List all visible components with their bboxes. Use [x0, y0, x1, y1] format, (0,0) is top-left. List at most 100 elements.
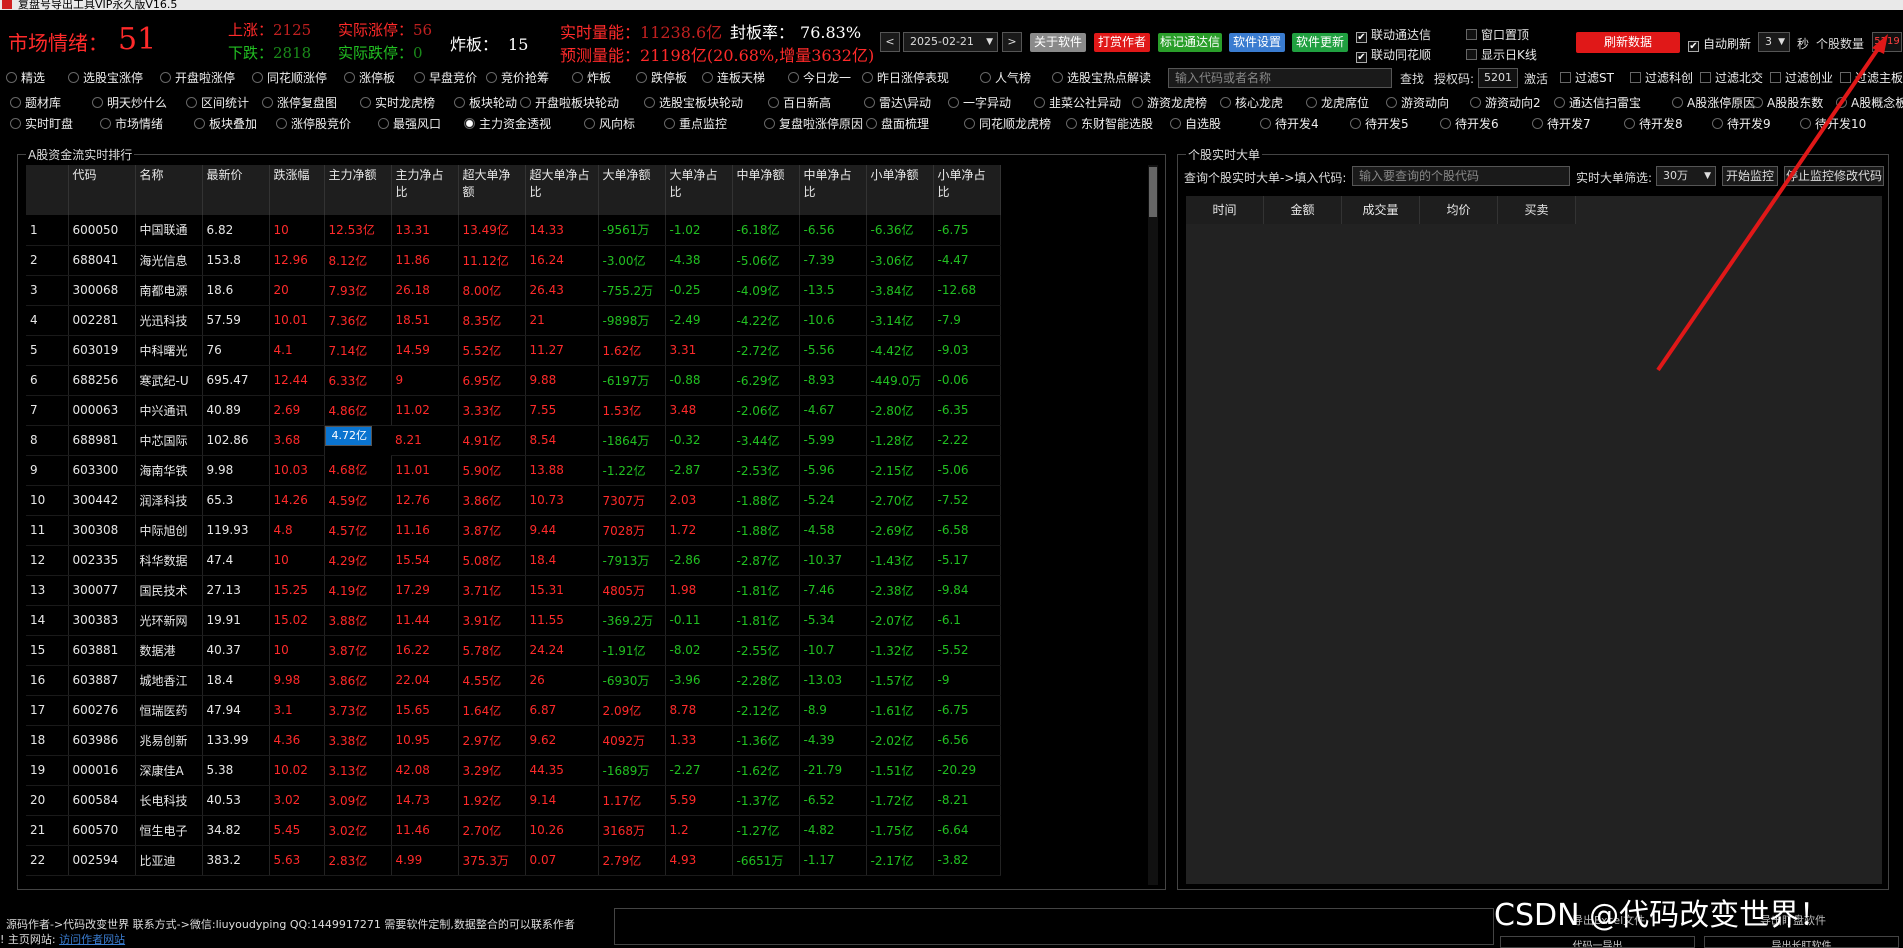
link-tdx-checkbox[interactable]: ✔ 联动通达信 [1356, 26, 1431, 43]
link-ths-checkbox[interactable]: ✔ 联动同花顺 [1356, 46, 1431, 63]
table-row[interactable]: 18 603986 兆易创新 133.99 4.36 3.38亿 10.95 2.97亿 9.6… [26, 725, 1001, 756]
nav-item[interactable]: 最强风口 [378, 114, 441, 134]
table-row[interactable]: 19 000016 深康佳A 5.38 10.02 3.13亿 42.08 3.29亿 44.3… [26, 755, 1001, 786]
column-header[interactable]: 大单净额 [598, 165, 666, 215]
nav-item[interactable]: 待开发6 [1440, 114, 1499, 134]
column-header[interactable]: 超大单净占比 [525, 165, 599, 215]
column-header[interactable]: 中单净额 [732, 165, 800, 215]
nav-item[interactable]: 区间统计 [186, 93, 249, 113]
reward-button[interactable]: 打赏作者 [1094, 33, 1150, 52]
table-row[interactable]: 9 603300 海南华铁 9.98 10.03 4.68亿 11.01 5.90亿 13.88… [26, 455, 1001, 486]
nav-item[interactable]: 游资动向2 [1470, 93, 1541, 113]
table-row[interactable]: 17 600276 恒瑞医药 47.94 3.1 3.73亿 15.65 1.64亿 6.87 2… [26, 695, 1001, 726]
table-row[interactable]: 11 300308 中际旭创 119.93 4.8 4.57亿 11.16 3.87亿 9.44… [26, 515, 1001, 546]
nav-item[interactable]: 开盘啦涨停 [160, 68, 235, 88]
pin-window-checkbox[interactable]: 窗口置顶 [1466, 26, 1529, 43]
table-row[interactable]: 5 603019 中科曙光 76 4.1 7.14亿 14.59 5.52亿 11.27 1.62… [26, 335, 1001, 366]
vertical-scrollbar[interactable] [1148, 165, 1158, 885]
nav-item[interactable]: 今日龙一 [788, 68, 851, 88]
nav-item[interactable]: 选股宝板块轮动 [644, 93, 743, 113]
next-date-button[interactable]: > [1002, 32, 1022, 52]
nav-item[interactable]: 自选股 [1170, 114, 1221, 134]
table-row[interactable]: 22 002594 比亚迪 383.2 5.63 2.83亿 4.99 375.3万 0.07 2… [26, 845, 1001, 876]
date-select[interactable]: 2025-02-21 ▼ [903, 32, 998, 52]
nav-item[interactable]: 选股宝涨停 [68, 68, 143, 88]
column-header[interactable]: 小单净占比 [933, 165, 1001, 215]
column-header[interactable]: 中单净占比 [799, 165, 867, 215]
nav-item[interactable]: 选股宝热点解读 [1052, 68, 1151, 88]
settings-button[interactable]: 软件设置 [1229, 33, 1285, 52]
search-button[interactable]: 查找 [1400, 70, 1424, 87]
nav-item[interactable]: 早盘竞价 [414, 68, 477, 88]
nav-item[interactable]: 板块叠加 [194, 114, 257, 134]
column-header[interactable]: 跌涨幅 [269, 165, 325, 215]
about-button[interactable]: 关于软件 [1030, 33, 1086, 52]
nav-item[interactable]: 待开发5 [1350, 114, 1409, 134]
nav-item[interactable]: 核心龙虎 [1220, 93, 1283, 113]
column-header[interactable]: 大单净占比 [665, 165, 733, 215]
prev-date-button[interactable]: < [880, 32, 900, 52]
auth-input[interactable]: 5201 [1478, 68, 1518, 88]
nav-item[interactable]: 精选 [6, 68, 45, 88]
nav-item[interactable]: 涨停复盘图 [262, 93, 337, 113]
nav-item[interactable]: 游资龙虎榜 [1132, 93, 1207, 113]
column-header[interactable]: 名称 [135, 165, 203, 215]
table-row[interactable]: 15 603881 数据港 40.37 10 3.87亿 16.22 5.78亿 24.24 -1… [26, 635, 1001, 666]
column-header[interactable]: 最新价 [202, 165, 270, 215]
column-header[interactable]: 主力净额 [324, 165, 392, 215]
nav-item[interactable]: 昨日涨停表现 [862, 68, 949, 88]
search-input[interactable]: 输入代码或者名称 [1168, 68, 1392, 88]
table-row[interactable]: 4 002281 光迅科技 57.59 10.01 7.36亿 18.51 8.35亿 21 -9… [26, 305, 1001, 336]
nav-item[interactable]: 游资动向 [1386, 93, 1449, 113]
column-header[interactable]: 小单净额 [866, 165, 934, 215]
nav-item[interactable]: 复盘啦涨停原因 [764, 114, 863, 134]
nav-item[interactable]: 一字异动 [948, 93, 1011, 113]
update-button[interactable]: 软件更新 [1292, 33, 1348, 52]
nav-item[interactable]: 待开发7 [1532, 114, 1591, 134]
activate-button[interactable]: 激活 [1524, 70, 1548, 87]
nav-item[interactable]: 连板天梯 [702, 68, 765, 88]
show-kline-checkbox[interactable]: 显示日K线 [1466, 46, 1537, 63]
table-row[interactable]: 1 600050 中国联通 6.82 10 12.53亿 13.31 13.49亿 14.33-… [26, 215, 1001, 246]
nav-item[interactable]: 市场情绪 [100, 114, 163, 134]
table-row[interactable]: 6 688256 寒武纪-U 695.47 12.44 6.33亿 9 6.95亿 9.88 -6… [26, 365, 1001, 396]
nav-item[interactable]: 风向标 [584, 114, 635, 134]
nav-item[interactable]: 龙虎席位 [1306, 93, 1369, 113]
nav-item[interactable]: 韭菜公社异动 [1034, 93, 1121, 113]
table-row[interactable]: 10 300442 润泽科技 65.3 14.26 4.59亿 12.76 3.86亿 10.7… [26, 485, 1001, 516]
nav-item[interactable]: 同花顺龙虎榜 [964, 114, 1051, 134]
footer-button-1[interactable]: 代码一导出 [1500, 936, 1695, 948]
column-header[interactable]: 代码 [68, 165, 136, 215]
column-header[interactable]: 均价 [1420, 196, 1498, 224]
scrollbar-thumb[interactable] [1149, 167, 1157, 217]
column-header[interactable] [26, 165, 69, 215]
nav-item[interactable]: 雷达\异动 [864, 93, 931, 113]
nav-item[interactable]: 盘面梳理 [866, 114, 929, 134]
nav-item[interactable]: 百日新高 [768, 93, 831, 113]
footer-button-2[interactable]: 导出长盯软件 [1704, 936, 1899, 948]
stock-code-input[interactable]: 输入要查询的个股代码 [1352, 166, 1570, 186]
column-header[interactable]: 时间 [1186, 196, 1264, 224]
column-header[interactable]: 金额 [1264, 196, 1342, 224]
mark-tdx-button[interactable]: 标记通达信 [1158, 33, 1222, 52]
nav-item[interactable]: 主力资金透视 [464, 114, 551, 134]
table-row[interactable]: 2 688041 海光信息 153.8 12.96 8.12亿 11.86 11.12亿 16.… [26, 245, 1001, 276]
column-header[interactable]: 主力净占比 [391, 165, 459, 215]
nav-item[interactable]: 东财智能选股 [1066, 114, 1153, 134]
table-row[interactable]: 8 688981 中芯国际 102.86 3.68 4.72亿 8.21 4.91亿 8.54-… [26, 425, 1001, 456]
table-row[interactable]: 3 300068 南都电源 18.6 20 7.93亿 26.18 8.00亿 26.43 -75… [26, 275, 1001, 306]
nav-item[interactable]: 开盘啦板块轮动 [520, 93, 619, 113]
table-row[interactable]: 12 002335 科华数据 47.4 10 4.29亿 15.54 5.08亿 18.4 -79… [26, 545, 1001, 576]
nav-item[interactable]: 通达信扫雷宝 [1554, 93, 1641, 113]
nav-item[interactable]: 题材库 [10, 93, 61, 113]
nav-item[interactable]: 竞价抢筹 [486, 68, 549, 88]
column-header[interactable]: 买卖 [1498, 196, 1576, 224]
nav-item[interactable]: 待开发4 [1260, 114, 1319, 134]
table-row[interactable]: 13 300077 国民技术 27.13 15.25 4.19亿 17.29 3.71亿 15.… [26, 575, 1001, 606]
nav-item[interactable]: 同花顺涨停 [252, 68, 327, 88]
table-row[interactable]: 20 600584 长电科技 40.53 3.02 3.09亿 14.73 1.92亿 9.14… [26, 785, 1001, 816]
nav-item[interactable]: 实时龙虎榜 [360, 93, 435, 113]
nav-item[interactable]: 板块轮动 [454, 93, 517, 113]
table-row[interactable]: 7 000063 中兴通讯 40.89 2.69 4.86亿 11.02 3.33亿 7.55 1… [26, 395, 1001, 426]
table-row[interactable]: 14 300383 光环新网 19.91 15.02 3.88亿 11.44 3.91亿 11.… [26, 605, 1001, 636]
